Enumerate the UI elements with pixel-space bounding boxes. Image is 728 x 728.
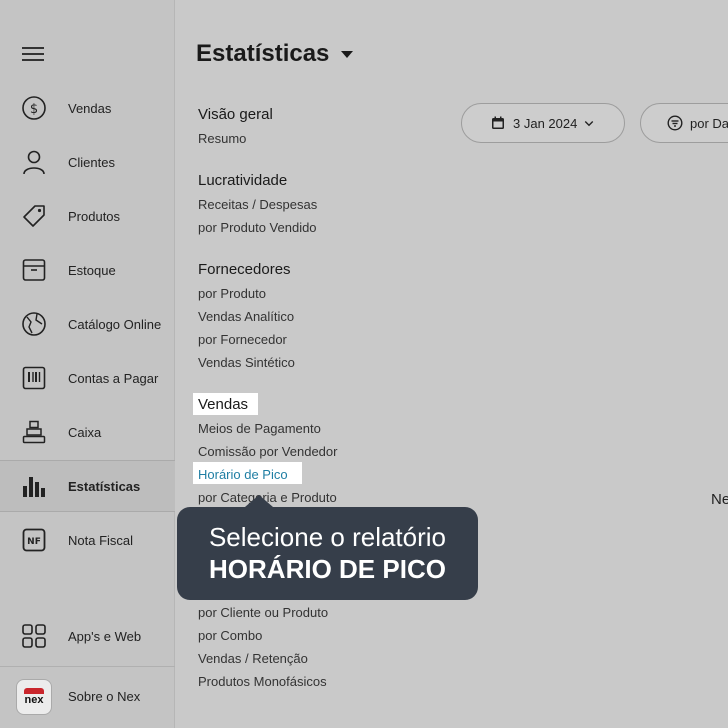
bar-chart-icon xyxy=(21,473,47,499)
apps-grid-icon xyxy=(21,623,47,649)
sidebar-item-label: Clientes xyxy=(68,154,115,170)
group-filter-label: por Da xyxy=(690,115,728,131)
logo-text: nex xyxy=(24,694,44,706)
sidebar-item-label: Nota Fiscal xyxy=(68,532,134,548)
svg-text:NF: NF xyxy=(27,537,41,547)
report-link-vendas-sintetico[interactable]: Vendas Sintético xyxy=(198,355,295,370)
sidebar-item-estoque[interactable]: Estoque xyxy=(0,244,175,296)
page-title-text: Estatísticas xyxy=(196,40,330,67)
nf-icon: NF xyxy=(21,527,47,553)
tooltip-line-2: HORÁRIO DE PICO xyxy=(209,554,446,584)
sidebar-item-produtos[interactable]: Produtos xyxy=(0,190,175,242)
sidebar-item-apps-e-web[interactable]: App's e Web xyxy=(0,610,175,662)
sidebar-item-label: Caixa xyxy=(68,424,102,440)
report-link-horario-de-pico[interactable]: Horário de Pico xyxy=(198,467,288,482)
sidebar-item-label: Catálogo Online xyxy=(68,316,162,332)
report-link-produtos-monofasicos[interactable]: Produtos Monofásicos xyxy=(198,674,327,689)
report-link-receitas-despesas[interactable]: Receitas / Despesas xyxy=(198,197,317,212)
sidebar-item-label: Sobre o Nex xyxy=(68,688,141,704)
sidebar-item-label: Estatísticas xyxy=(68,478,141,494)
report-link-por-fornecedor[interactable]: por Fornecedor xyxy=(198,332,287,347)
report-link-vendas-retencao[interactable]: Vendas / Retenção xyxy=(198,651,308,666)
sidebar-divider xyxy=(0,666,175,667)
report-link-meios-de-pagamento[interactable]: Meios de Pagamento xyxy=(198,421,321,436)
report-link-vendas-analitico[interactable]: Vendas Analítico xyxy=(198,309,294,324)
sidebar-item-nota-fiscal[interactable]: NF Nota Fiscal xyxy=(0,514,175,566)
nex-logo: nex xyxy=(16,679,52,715)
tag-icon xyxy=(21,203,47,229)
cash-register-icon xyxy=(21,419,47,445)
user-icon xyxy=(21,149,47,175)
report-link-por-produto-vendido[interactable]: por Produto Vendido xyxy=(198,220,317,235)
sidebar-item-label: Estoque xyxy=(68,262,116,278)
barcode-icon xyxy=(21,365,47,391)
filter-icon xyxy=(667,115,683,131)
date-filter-label: 3 Jan 2024 xyxy=(513,115,578,131)
report-link-por-combo[interactable]: por Combo xyxy=(198,628,262,643)
sidebar-item-label: Vendas xyxy=(68,100,112,116)
sidebar-item-caixa[interactable]: Caixa xyxy=(0,406,175,458)
report-link-por-cliente-ou-produto[interactable]: por Cliente ou Produto xyxy=(198,605,328,620)
sidebar-item-label: Produtos xyxy=(68,208,121,224)
sidebar-item-label: Contas a Pagar xyxy=(68,370,159,386)
caret-down-icon xyxy=(341,50,354,58)
chevron-down-icon xyxy=(583,117,595,129)
sidebar-item-label: App's e Web xyxy=(68,628,142,644)
tooltip-line-1: Selecione o relatório xyxy=(208,522,447,552)
sidebar-item-clientes[interactable]: Clientes xyxy=(0,136,175,188)
sidebar-item-catalogo-online[interactable]: Catálogo Online xyxy=(0,298,175,350)
globe-icon xyxy=(21,311,47,337)
report-link-comissao-por-vendedor[interactable]: Comissão por Vendedor xyxy=(198,444,337,459)
partial-content-text: Ne xyxy=(711,491,728,508)
svg-text:$: $ xyxy=(30,102,38,117)
section-title-vendas: Vendas xyxy=(198,396,249,413)
group-filter-button[interactable]: por Da xyxy=(640,103,728,143)
box-icon xyxy=(21,257,47,283)
sidebar-item-contas-a-pagar[interactable]: Contas a Pagar xyxy=(0,352,175,404)
dollar-circle-icon: $ xyxy=(21,95,47,121)
menu-icon[interactable] xyxy=(22,44,44,62)
section-title-fornecedores: Fornecedores xyxy=(198,261,291,278)
report-link-por-produto[interactable]: por Produto xyxy=(198,286,266,301)
section-title-visao-geral: Visão geral xyxy=(198,106,273,123)
sidebar-item-vendas[interactable]: $ Vendas xyxy=(0,82,175,134)
calendar-icon xyxy=(490,115,506,131)
page-title[interactable]: Estatísticas xyxy=(196,40,354,68)
date-filter-button[interactable]: 3 Jan 2024 xyxy=(461,103,625,143)
section-title-lucratividade: Lucratividade xyxy=(198,172,288,189)
report-link-resumo[interactable]: Resumo xyxy=(198,131,246,146)
sidebar-item-estatisticas[interactable]: Estatísticas xyxy=(0,460,175,512)
sidebar: $ Vendas Clientes Produtos Estoque Catál… xyxy=(0,0,175,728)
instruction-tooltip: Selecione o relatório HORÁRIO DE PICO xyxy=(177,495,478,600)
